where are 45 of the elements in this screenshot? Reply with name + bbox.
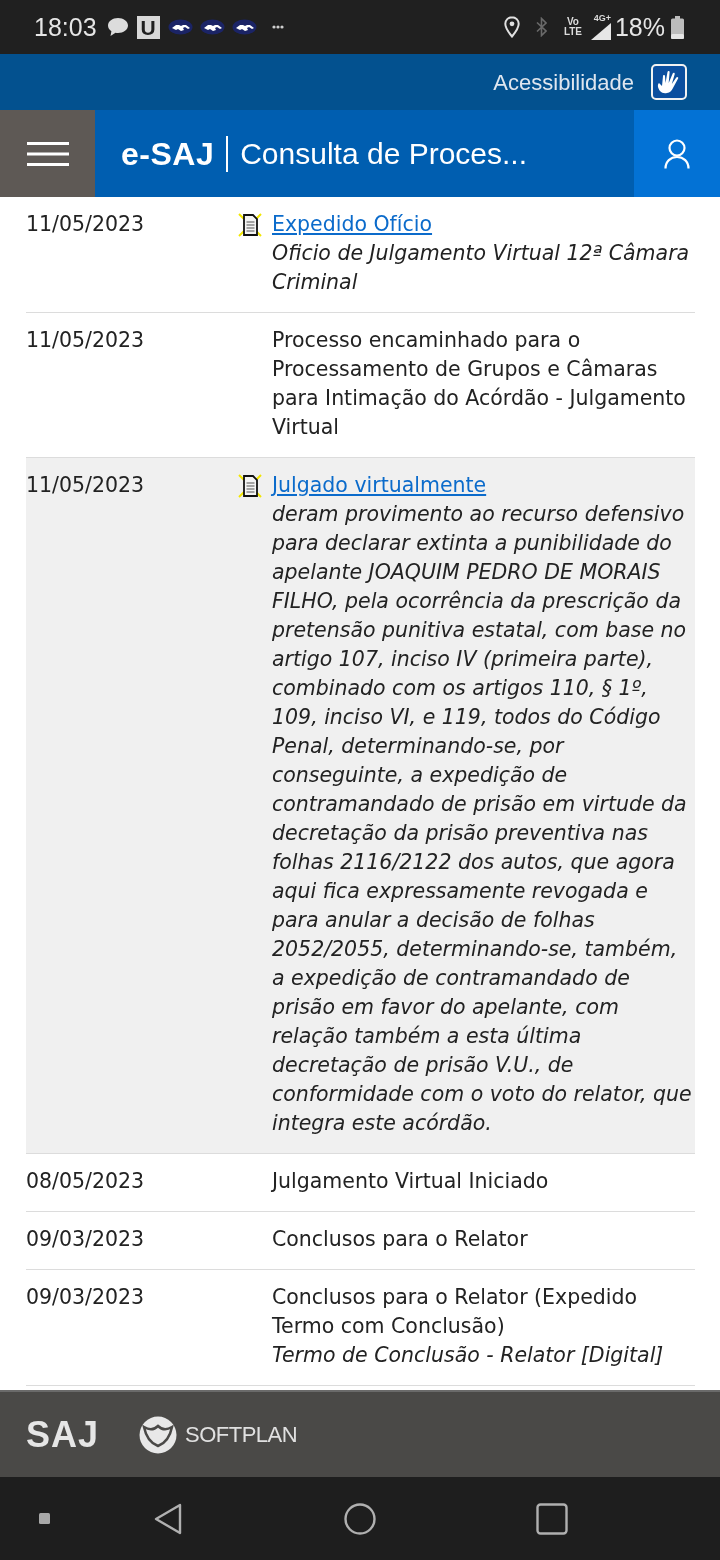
user-icon — [664, 138, 690, 169]
logo-icon — [139, 1415, 178, 1454]
chat-bubble-icon — [106, 17, 129, 37]
movement-title: Julgamento Virtual Iniciado — [272, 1168, 550, 1195]
hand-icon[interactable] — [651, 64, 687, 100]
bluetooth-icon — [535, 17, 547, 37]
signal-strength-icon — [590, 23, 611, 40]
volte-label: Vo LTE — [562, 17, 583, 37]
date-text: 11/05/2023 — [26, 212, 145, 236]
movement-title: Conclusos para o Relator — [272, 1226, 529, 1253]
movement-title: Conclusos para o Relator (Expedido Termo com Conclusão) — [272, 1284, 639, 1340]
battery-percent: 18% — [614, 14, 665, 40]
brand-name: SOFTPLAN — [185, 1421, 298, 1449]
saj-logo: SAJ — [26, 1412, 100, 1457]
network-type-label: 4G+ — [593, 14, 611, 23]
date-text: 09/03/2023 — [26, 1285, 145, 1309]
handshake-icon — [167, 19, 193, 35]
date-text: 11/05/2023 — [26, 473, 145, 497]
menu-icon — [26, 141, 69, 166]
date-text: 09/03/2023 — [26, 1227, 145, 1251]
recent-apps-icon[interactable] — [536, 1502, 568, 1535]
movement-detail: deram provimento ao recurso defensivo para declarar extinta a punibilidade do apelante JOAQUIM PEDRO DE MORAIS FILHO, pela ocorrência da prescrição da pretensão punitiva estatal, com base no artigo 107, inciso IV (primeira parte), combinado com os artigos 110, § 1º, 109, inciso VI, e 119, todos do Código Penal, determinando-se, por conseguinte, a expedição de contramandado de prisão em virtude da decretação da prisão preventiva nas folhas 2116/2122 dos autos, que agora aqui fica expressamente revogada e para anular a decisão de folhas 2052/2055, determinando-se, também, a expedição de contramandado de prisão em favor do apelante, com relação também a esta última decretação de prisão V.U., de conformidade com o voto do relator, que integra este acórdão. — [272, 501, 693, 1137]
location-pin-icon — [503, 16, 520, 38]
app-notification-icon: U — [136, 15, 160, 39]
handshake-icon — [199, 19, 225, 35]
movement-link[interactable]: Julgado virtualmente — [272, 473, 487, 497]
brand-name: e-SAJ — [121, 134, 215, 174]
menu-button[interactable] — [0, 110, 95, 197]
date-text: 11/05/2023 — [26, 328, 145, 352]
clock-time: 18:03 — [34, 14, 97, 40]
back-icon[interactable] — [154, 1502, 182, 1535]
date-text: 08/05/2023 — [26, 1169, 145, 1193]
accessibility-link[interactable]: Acessibilidade — [493, 65, 634, 99]
handshake-icon — [231, 19, 257, 35]
movement-title: Processo encaminhado para o Processamento de Grupos e Câmaras para Intimação do Acórdão - Julgamento Virtual — [272, 327, 687, 441]
home-icon[interactable] — [344, 1502, 376, 1535]
more-dots-icon — [271, 25, 284, 29]
page-title: Consulta de Proces... — [240, 136, 528, 172]
document-icon — [237, 473, 263, 499]
movement-detail: Termo de Conclusão - Relator [Digital] — [272, 1342, 665, 1369]
movement-link[interactable]: Expedido Ofício — [272, 212, 433, 236]
document-icon — [237, 212, 263, 238]
battery-icon — [671, 15, 684, 39]
movement-detail: Oficio de Julgamento Virtual 12ª Câmara Criminal — [272, 240, 691, 296]
user-button[interactable] — [634, 110, 720, 197]
